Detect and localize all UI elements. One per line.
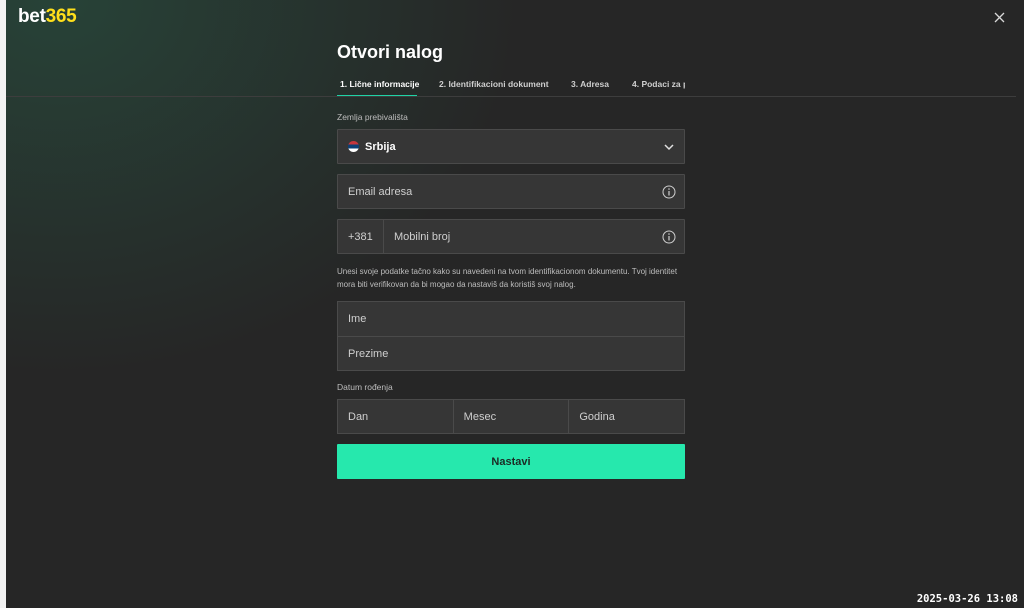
country-label: Zemlja prebivališta	[337, 112, 408, 122]
header-divider	[6, 96, 1016, 97]
name-fields: Ime Prezime	[337, 301, 685, 371]
phone-field[interactable]: +381 Mobilni broj	[337, 219, 685, 254]
dob-fields: Dan Mesec Godina	[337, 399, 685, 434]
identity-help-text: Unesi svoje podatke tačno kako su navede…	[337, 267, 678, 289]
dob-label: Datum rođenja	[337, 382, 393, 392]
continue-button[interactable]: Nastavi	[337, 444, 685, 479]
country-value: Srbija	[365, 140, 396, 153]
first-name-field[interactable]: Ime	[338, 302, 684, 336]
dob-month-field[interactable]: Mesec	[452, 400, 569, 433]
tab-account-data[interactable]: 4. Podaci za p	[629, 72, 685, 97]
tab-identification-document[interactable]: 2. Identifikacioni dokument	[436, 72, 549, 97]
left-edge-strip	[0, 0, 6, 608]
screenshot-timestamp: 2025-03-26 13:08	[916, 593, 1018, 605]
step-tabs: 1. Lične informacije 2. Identifikacioni …	[337, 72, 685, 97]
close-icon	[994, 12, 1004, 22]
dob-year-field[interactable]: Godina	[568, 400, 684, 433]
email-placeholder: Email adresa	[348, 185, 413, 198]
info-icon[interactable]	[662, 185, 676, 199]
page-title: Otvori nalog	[337, 42, 444, 62]
country-select[interactable]: Srbija	[337, 129, 685, 164]
info-icon[interactable]	[662, 230, 676, 244]
phone-placeholder: Mobilni broj	[394, 230, 451, 243]
logo-text-bet: bet	[18, 6, 46, 27]
dob-day-field[interactable]: Dan	[338, 400, 453, 433]
email-field[interactable]: Email adresa	[337, 174, 685, 209]
tab-address[interactable]: 3. Adresa	[568, 72, 609, 97]
chevron-down-icon	[664, 144, 674, 151]
logo-text-365: 365	[45, 6, 77, 27]
last-name-field[interactable]: Prezime	[338, 336, 684, 370]
close-button[interactable]	[990, 8, 1008, 26]
phone-prefix[interactable]: +381	[338, 220, 384, 253]
tab-personal-info[interactable]: 1. Lične informacije	[337, 72, 419, 97]
serbia-flag-icon	[348, 141, 359, 152]
bet365-logo: bet365	[18, 6, 77, 28]
